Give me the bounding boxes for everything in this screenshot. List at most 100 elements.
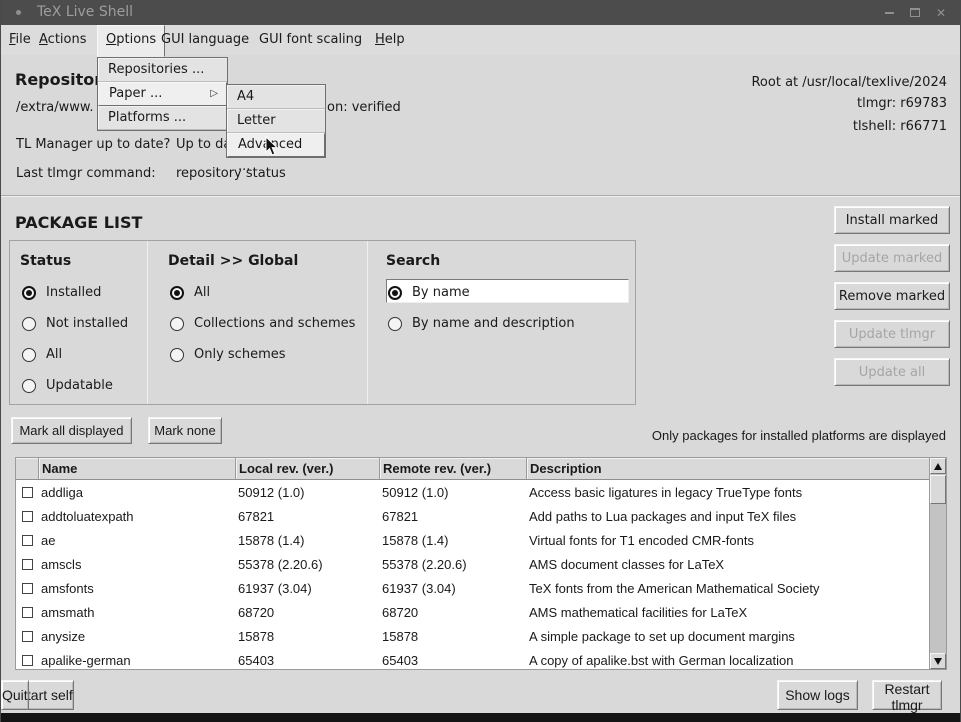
- package-list-heading: PACKAGE LIST: [15, 213, 142, 232]
- scroll-down-button[interactable]: [930, 653, 946, 669]
- mark-all-displayed-button[interactable]: Mark all displayed: [11, 417, 132, 444]
- scroll-up-button[interactable]: [930, 458, 946, 474]
- radio-status-updatable[interactable]: Updatable: [22, 378, 113, 393]
- radio-status-all[interactable]: All: [22, 347, 62, 362]
- menu-label: GUI font scaling: [259, 32, 362, 47]
- cell-name: amsfonts: [38, 581, 235, 596]
- menu-label: GUI language: [161, 32, 249, 47]
- radio-search-by-name-desc[interactable]: By name and description: [388, 316, 575, 331]
- radio-status-installed[interactable]: Installed: [22, 285, 101, 300]
- cell-name: amsmath: [38, 605, 235, 620]
- row-checkbox[interactable]: [22, 583, 33, 594]
- radio-search-by-name[interactable]: By name: [388, 285, 470, 300]
- restart-tlmgr-button[interactable]: Restart tlmgr: [872, 680, 942, 710]
- radio-detail-only-schemes[interactable]: Only schemes: [170, 347, 286, 362]
- table-row[interactable]: anysize 15878 15878 A simple package to …: [16, 624, 929, 648]
- menu-help[interactable]: Help: [367, 25, 413, 55]
- cell-description: Virtual fonts for T1 encoded CMR-fonts: [526, 533, 929, 548]
- cell-description: TeX fonts from the American Mathematical…: [526, 581, 929, 596]
- update-tlmgr-button[interactable]: Update tlmgr: [834, 320, 950, 348]
- table-row[interactable]: addliga 50912 (1.0) 50912 (1.0) Access b…: [16, 480, 929, 504]
- maximize-button[interactable]: [902, 0, 928, 25]
- maximize-icon: [910, 8, 920, 17]
- minimize-icon: [885, 12, 894, 14]
- search-group: Search By name By name and description: [386, 241, 631, 404]
- update-marked-button[interactable]: Update marked: [834, 244, 950, 272]
- last-command-value: repository status: [176, 166, 286, 181]
- package-table: Name Local rev. (ver.) Remote rev. (ver.…: [15, 457, 947, 670]
- install-marked-button[interactable]: Install marked: [834, 206, 950, 234]
- menu-gui-language[interactable]: GUI language: [153, 25, 257, 55]
- cell-description: AMS document classes for LaTeX: [526, 557, 929, 572]
- menu-label: Help: [375, 32, 405, 47]
- remove-marked-button[interactable]: Remove marked: [834, 282, 950, 310]
- submenu-item-a4[interactable]: A4: [227, 85, 325, 109]
- menu-actions[interactable]: Actions: [31, 25, 95, 55]
- cell-local-rev: 15878 (1.4): [235, 533, 379, 548]
- radio-icon: [22, 348, 36, 362]
- row-checkbox[interactable]: [22, 511, 33, 522]
- radio-label: Collections and schemes: [194, 316, 355, 331]
- cell-remote-rev: 61937 (3.04): [379, 581, 526, 596]
- cell-name: anysize: [38, 629, 235, 644]
- scrollbar-thumb[interactable]: [930, 475, 946, 504]
- mark-none-button[interactable]: Mark none: [148, 417, 222, 444]
- menu-gui-font-scaling[interactable]: GUI font scaling: [251, 25, 370, 55]
- table-row[interactable]: apalike-german 65403 65403 A copy of apa…: [16, 648, 929, 669]
- table-row[interactable]: addtoluatexpath 67821 67821 Add paths to…: [16, 504, 929, 528]
- select-column-header: [16, 458, 38, 479]
- update-all-button[interactable]: Update all: [834, 358, 950, 386]
- cell-name: ae: [38, 533, 235, 548]
- close-button[interactable]: ✕: [928, 0, 954, 25]
- options-menu: Repositories ... ▷ Paper ... ▷ Platforms…: [97, 57, 228, 131]
- column-header[interactable]: Remote rev. (ver.): [379, 458, 526, 479]
- minimize-button[interactable]: [876, 0, 902, 25]
- quit-button[interactable]: Quit: [1, 680, 29, 710]
- app-icon: [16, 10, 21, 15]
- column-header[interactable]: Name: [38, 458, 235, 479]
- platforms-note: Only packages for installed platforms ar…: [652, 428, 946, 443]
- menu-item-paper[interactable]: Paper ... ▷: [98, 82, 227, 106]
- radio-detail-all[interactable]: All: [170, 285, 210, 300]
- show-logs-button[interactable]: Show logs: [777, 680, 858, 710]
- detail-filter-group: Detail >> Global All Collections and sch…: [168, 241, 365, 404]
- table-row[interactable]: ae 15878 (1.4) 15878 (1.4) Virtual fonts…: [16, 528, 929, 552]
- tlmgr-revision: tlmgr: r69783: [857, 96, 947, 111]
- row-checkbox[interactable]: [22, 535, 33, 546]
- repository-verification: on: verified: [327, 100, 401, 115]
- cell-description: Add paths to Lua packages and input TeX …: [526, 509, 929, 524]
- menu-item-label: Repositories ...: [108, 62, 204, 77]
- vertical-scrollbar[interactable]: [929, 458, 946, 669]
- column-header[interactable]: Description: [526, 458, 929, 479]
- table-row[interactable]: amscls 55378 (2.20.6) 55378 (2.20.6) AMS…: [16, 552, 929, 576]
- menu-label: File: [9, 32, 31, 47]
- radio-icon: [170, 317, 184, 331]
- row-checkbox[interactable]: [22, 559, 33, 570]
- radio-label: Updatable: [46, 378, 113, 393]
- tl-manager-label: TL Manager up to date?: [16, 137, 170, 152]
- radio-icon: [388, 317, 402, 331]
- window-controls: ✕: [876, 0, 954, 25]
- titlebar: TeX Live Shell ✕: [1, 0, 960, 25]
- cell-local-rev: 15878: [235, 629, 379, 644]
- menu-label: Actions: [39, 32, 87, 47]
- radio-status-not-installed[interactable]: Not installed: [22, 316, 128, 331]
- submenu-item-letter[interactable]: Letter: [227, 109, 325, 133]
- table-row[interactable]: amsfonts 61937 (3.04) 61937 (3.04) TeX f…: [16, 576, 929, 600]
- arrow-down-icon: [934, 658, 942, 665]
- table-body: addliga 50912 (1.0) 50912 (1.0) Access b…: [16, 480, 929, 669]
- menu-item-platforms[interactable]: Platforms ... ▷: [98, 106, 227, 130]
- row-checkbox[interactable]: [22, 487, 33, 498]
- mouse-cursor: [265, 136, 279, 157]
- row-checkbox[interactable]: [22, 655, 33, 666]
- column-header[interactable]: Local rev. (ver.): [235, 458, 379, 479]
- cell-description: A simple package to set up document marg…: [526, 629, 929, 644]
- radio-detail-collections[interactable]: Collections and schemes: [170, 316, 355, 331]
- cell-description: AMS mathematical facilities for LaTeX: [526, 605, 929, 620]
- row-checkbox[interactable]: [22, 631, 33, 642]
- menu-item-label: A4: [237, 89, 254, 104]
- table-row[interactable]: amsmath 68720 68720 AMS mathematical fac…: [16, 600, 929, 624]
- cell-local-rev: 50912 (1.0): [235, 485, 379, 500]
- row-checkbox[interactable]: [22, 607, 33, 618]
- menu-item-repositories[interactable]: Repositories ... ▷: [98, 58, 227, 82]
